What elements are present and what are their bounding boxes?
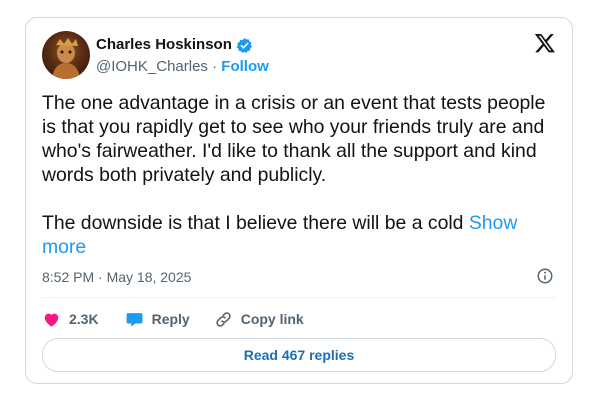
heart-icon [44,313,59,327]
avatar[interactable] [42,31,90,79]
follow-button[interactable]: Follow [221,58,269,75]
handle-row: @IOHK_Charles · Follow [96,58,269,76]
read-replies-button[interactable]: Read 467 replies [42,338,556,372]
tweet-paragraph-2: The downside is that I believe there wil… [42,212,464,234]
like-count: 2.3K [69,311,99,327]
tweet-card: Charles Hoskinson @IOHK_Charles · Follow… [25,17,573,384]
divider [42,297,556,298]
like-button[interactable]: 2.3K [42,310,99,329]
author-handle[interactable]: @IOHK_Charles [96,58,208,75]
timestamp[interactable]: 8:52 PM · May 18, 2025 [42,268,191,286]
reply-label: Reply [151,311,190,327]
separator: · [212,58,218,75]
verified-badge-icon [236,37,252,53]
info-icon[interactable] [536,267,554,285]
avatar-image [52,38,80,79]
x-logo-icon[interactable] [534,32,556,54]
tweet-paragraph-1: The one advantage in a crisis or an even… [42,92,546,186]
copy-link-button[interactable]: Copy link [214,310,304,329]
copy-link-label: Copy link [240,311,304,327]
tweet-text: The one advantage in a crisis or an even… [42,91,562,259]
author-name-row[interactable]: Charles Hoskinson [96,36,253,54]
link-icon [216,311,231,327]
speech-bubble-icon [126,312,142,327]
reply-button[interactable]: Reply [125,310,190,329]
tweet-paragraph-2-container: The downside is that I believe there wil… [42,211,562,259]
action-bar: 2.3K Reply Copy link [42,308,328,330]
author-name[interactable]: Charles Hoskinson [96,36,232,54]
